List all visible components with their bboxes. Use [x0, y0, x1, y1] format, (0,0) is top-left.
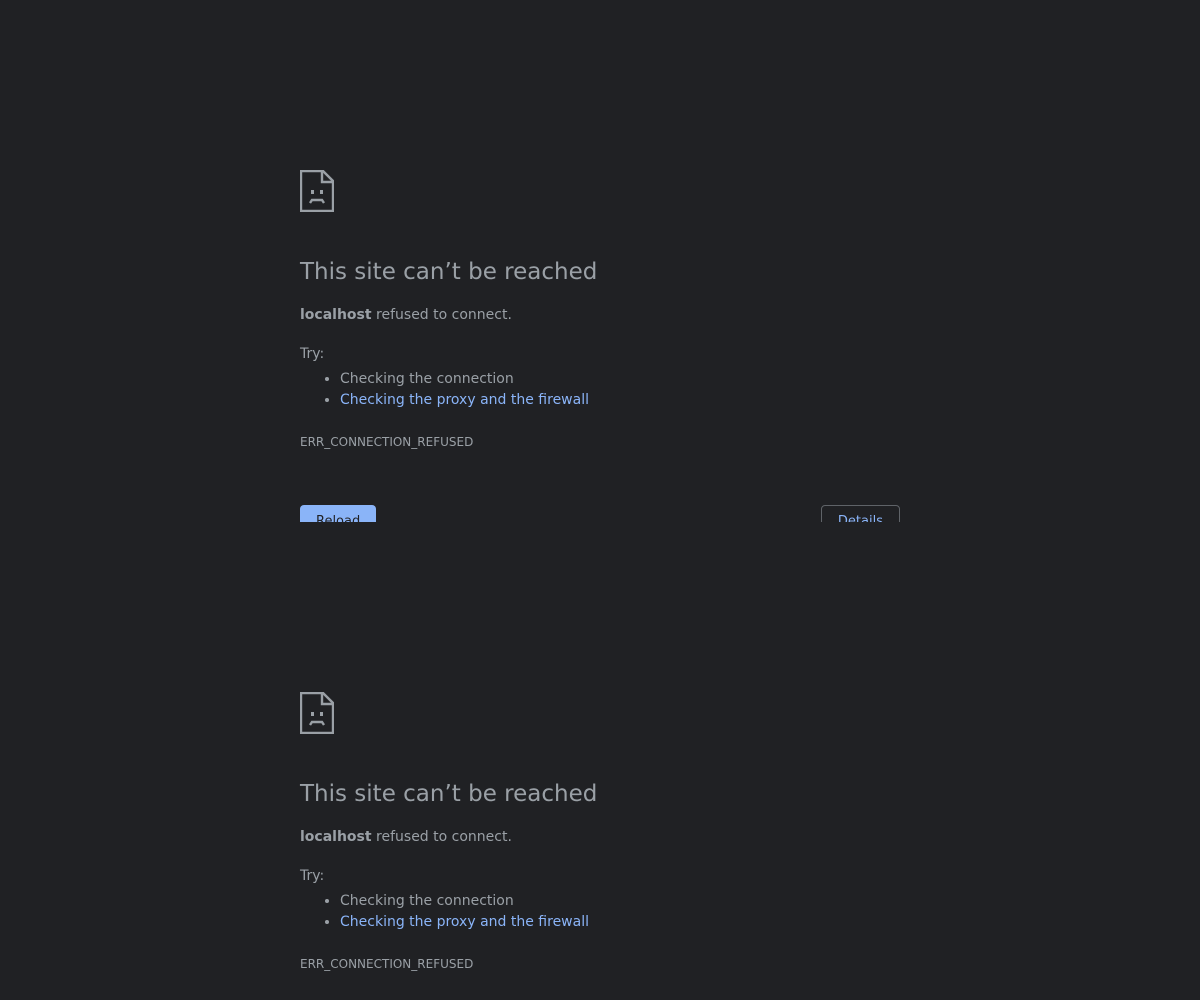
error-summary: localhost refused to connect.	[300, 829, 512, 845]
sad-page-icon	[300, 692, 334, 734]
error-summary: localhost refused to connect.	[300, 307, 512, 323]
error-host: localhost	[300, 829, 372, 845]
proxy-firewall-link[interactable]: Checking the proxy and the firewall	[340, 392, 589, 408]
error-code: ERR_CONNECTION_REFUSED	[300, 957, 474, 971]
try-label: Try:	[300, 346, 325, 362]
suggestion-check-proxy-firewall[interactable]: Checking the proxy and the firewall	[340, 910, 589, 934]
error-page-bottom: This site can’t be reached localhost ref…	[0, 522, 1200, 1000]
suggestions-list: Checking the connection Checking the pro…	[300, 892, 589, 934]
error-title: This site can’t be reached	[300, 259, 598, 285]
proxy-firewall-link[interactable]: Checking the proxy and the firewall	[340, 914, 589, 930]
details-button[interactable]: Details	[820, 505, 900, 522]
error-summary-text: refused to connect.	[376, 829, 512, 845]
suggestion-check-proxy-firewall[interactable]: Checking the proxy and the firewall	[340, 388, 589, 412]
error-title: This site can’t be reached	[300, 781, 598, 807]
error-page-top: This site can’t be reached localhost ref…	[0, 0, 1200, 522]
try-label: Try:	[300, 868, 325, 884]
error-summary-text: refused to connect.	[376, 307, 512, 323]
error-code: ERR_CONNECTION_REFUSED	[300, 435, 474, 449]
error-host: localhost	[300, 307, 372, 323]
suggestions-list: Checking the connection Checking the pro…	[300, 370, 589, 412]
reload-button[interactable]: Reload	[300, 505, 377, 522]
sad-page-icon	[300, 170, 334, 212]
